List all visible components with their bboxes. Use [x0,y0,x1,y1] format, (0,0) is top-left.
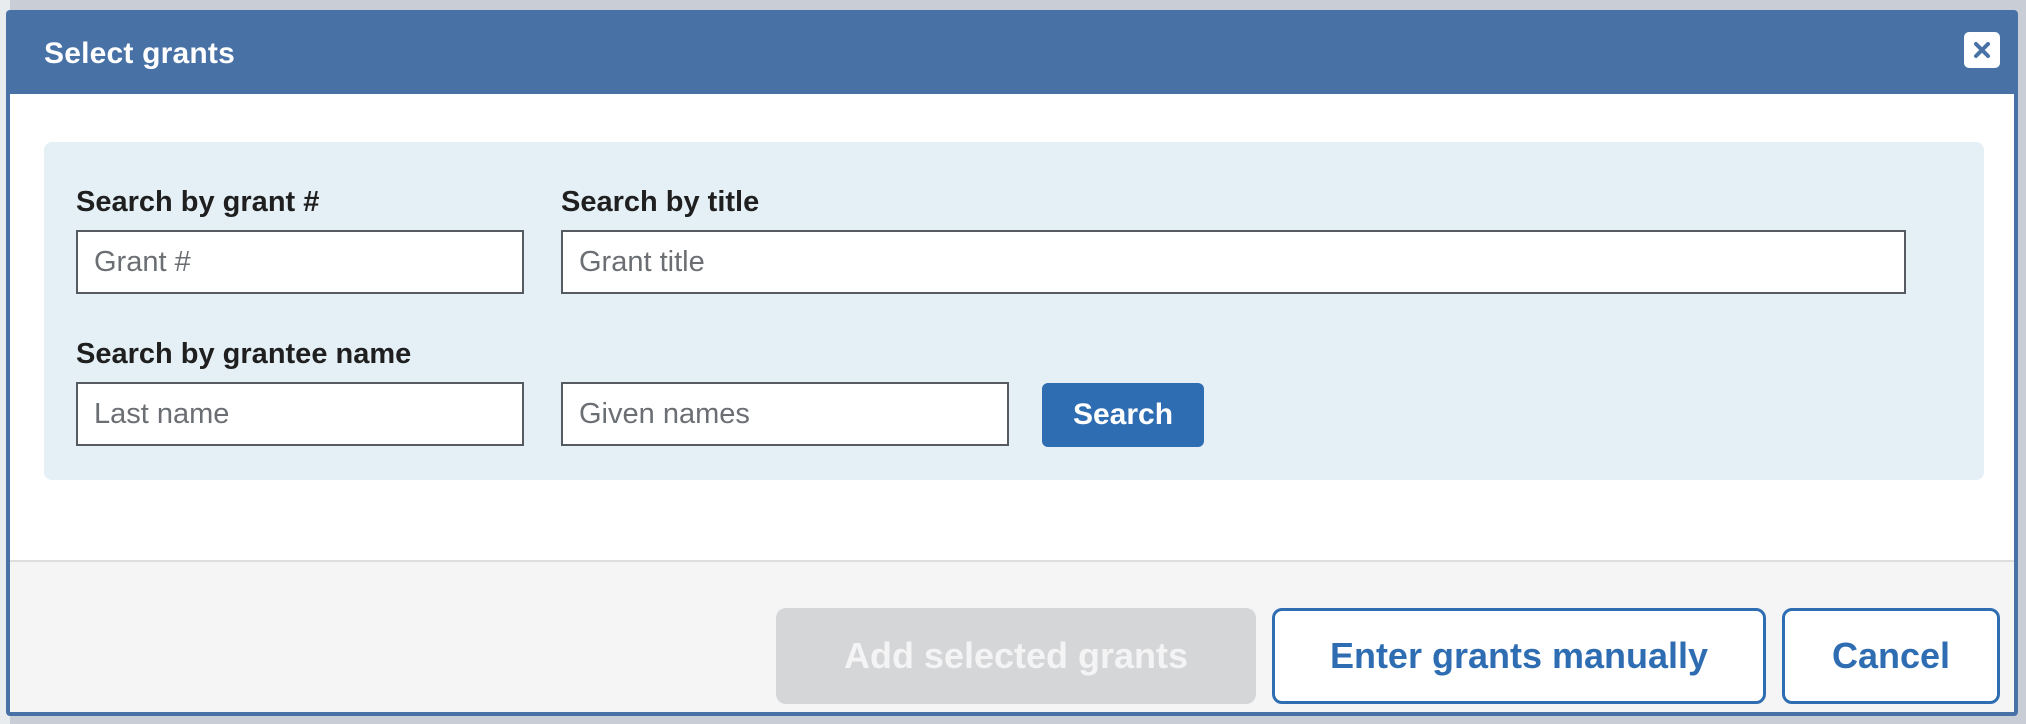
grant-title-input[interactable] [561,230,1906,294]
last-name-input[interactable] [76,382,524,446]
grantee-name-label: Search by grantee name [76,338,412,370]
add-selected-grants-button[interactable]: Add selected grants [776,608,1256,704]
select-grants-dialog: Select grants Search by grant # Search b… [6,10,2018,716]
close-icon [1974,42,1990,58]
dialog-title: Select grants [44,37,236,70]
grant-number-input[interactable] [76,230,524,294]
search-panel: Search by grant # Search by title Search… [44,142,1984,480]
dialog-footer: Add selected grants Enter grants manuall… [10,560,2014,712]
cancel-button[interactable]: Cancel [1782,608,2000,704]
title-label: Search by title [561,186,760,218]
given-names-input[interactable] [561,382,1009,446]
search-button[interactable]: Search [1042,383,1204,447]
enter-grants-manually-button[interactable]: Enter grants manually [1272,608,1766,704]
close-button[interactable] [1964,32,2000,68]
grant-number-label: Search by grant # [76,186,320,218]
dialog-titlebar: Select grants [10,14,2014,94]
